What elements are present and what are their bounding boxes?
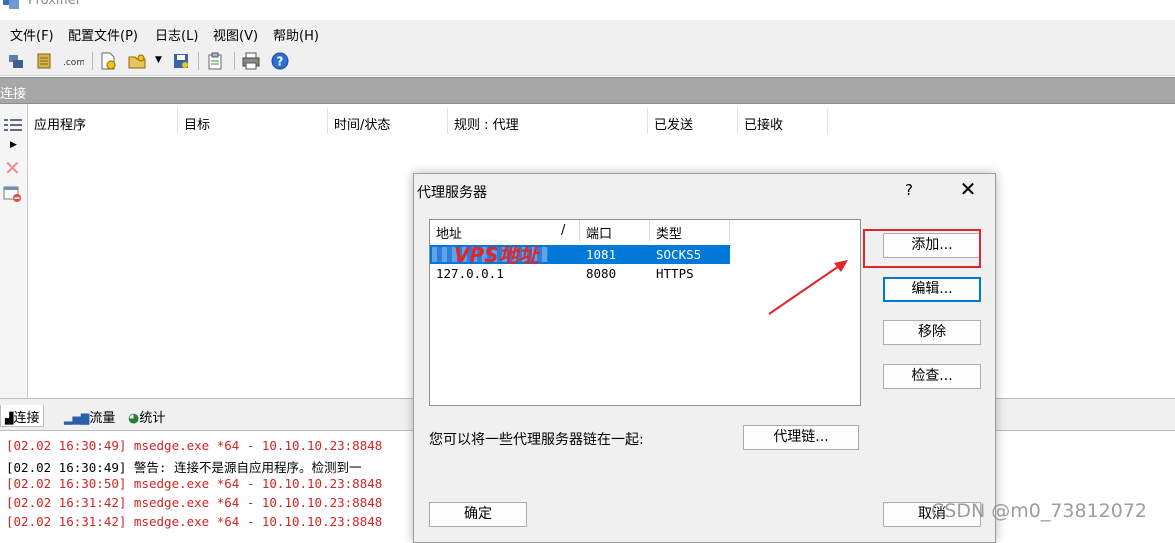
proxy-type: SOCKS5: [656, 247, 702, 262]
save-icon[interactable]: [172, 52, 190, 70]
log-line: [02.02 16:30:49] 警告: 连接不是源自应用程序。检测到一: [6, 460, 362, 475]
log-line: [02.02 16:30:50] msedge.exe *64 - 10.10.…: [6, 476, 383, 491]
toolbar: .com ▼ ?: [0, 46, 1175, 76]
check-button[interactable]: 检查...: [883, 364, 981, 389]
column-time-status[interactable]: 时间/状态: [328, 108, 448, 134]
tab-traffic[interactable]: ▂▅▇流量: [60, 405, 119, 427]
section-bar: 连接: [0, 77, 1175, 104]
column-rule-proxy[interactable]: 规则 : 代理: [448, 108, 648, 134]
menu-help[interactable]: 帮助(H): [273, 25, 319, 44]
profile-icon[interactable]: [35, 52, 53, 70]
proxy-address: 127.0.0.1: [436, 266, 504, 281]
proxy-servers-dialog: 代理服务器 ? ✕ 地址 / 端口 类型 1081 SOCKS5 127.0.0…: [413, 173, 996, 543]
proxy-port: 8080: [586, 266, 617, 281]
open-icon[interactable]: [128, 52, 146, 70]
help-icon[interactable]: ?: [271, 52, 289, 70]
menu-bar: 文件(F) 配置文件(P) 日志(L) 视图(V) 帮助(H): [0, 20, 1175, 46]
list-view-icon[interactable]: [3, 118, 23, 134]
statistics-pie-icon: ◕: [128, 411, 140, 426]
column-application[interactable]: 应用程序: [28, 108, 178, 134]
highlight-box: [863, 229, 981, 268]
column-target[interactable]: 目标: [178, 108, 328, 134]
proxy-chain-hint: 您可以将一些代理服务器链在一起:: [429, 432, 644, 448]
svg-text:?: ?: [277, 55, 284, 69]
network-icon[interactable]: [7, 52, 25, 70]
proxy-port: 1081: [586, 247, 617, 262]
svg-text:.com: .com: [63, 58, 84, 68]
annotation-arrow: [768, 260, 848, 315]
sort-indicator: /: [561, 223, 566, 238]
edit-button[interactable]: 编辑...: [883, 277, 981, 302]
app-icon: [3, 0, 19, 9]
tab-statistics-label: 统计: [139, 411, 166, 426]
new-icon[interactable]: [99, 52, 117, 70]
side-toolbar: ▶ ✕: [0, 104, 28, 398]
remove-rule-icon[interactable]: [3, 185, 23, 203]
section-label: 连接: [0, 87, 27, 102]
expand-arrow-icon[interactable]: ▶: [10, 140, 17, 150]
toolbar-separator: [92, 52, 93, 70]
menu-log[interactable]: 日志(L): [155, 25, 198, 44]
column-port[interactable]: 端口: [580, 220, 650, 242]
column-sent[interactable]: 已发送: [648, 108, 738, 134]
toolbar-separator: [234, 52, 235, 70]
title-bar: Proxifier: [0, 0, 1175, 20]
close-icon[interactable]: ✕: [954, 176, 982, 204]
tab-connections[interactable]: ▟连接: [0, 405, 45, 427]
tab-statistics[interactable]: ◕统计: [124, 405, 169, 427]
ok-button[interactable]: 确定: [429, 502, 527, 527]
menu-file[interactable]: 文件(F): [10, 25, 54, 44]
proxy-chain-button[interactable]: 代理链...: [743, 425, 859, 450]
column-type[interactable]: 类型: [650, 220, 730, 242]
dialog-title: 代理服务器: [417, 185, 487, 201]
print-icon[interactable]: [242, 52, 260, 70]
watermark: CSDN @m0_73812072: [931, 500, 1148, 522]
help-icon[interactable]: ?: [905, 181, 913, 199]
log-line: [02.02 16:31:42] msedge.exe *64 - 10.10.…: [6, 514, 383, 529]
column-received[interactable]: 已接收: [738, 108, 828, 134]
dns-icon[interactable]: .com: [62, 52, 84, 70]
window-title: Proxifier: [28, 0, 82, 8]
chevron-down-icon[interactable]: ▼: [155, 55, 162, 65]
menu-view[interactable]: 视图(V): [213, 25, 258, 44]
close-connection-icon[interactable]: ✕: [4, 156, 21, 180]
proxy-type: HTTPS: [656, 266, 694, 281]
menu-profile[interactable]: 配置文件(P): [68, 25, 138, 44]
traffic-chart-icon: ▂▅▇: [64, 412, 90, 425]
log-line: [02.02 16:30:49] msedge.exe *64 - 10.10.…: [6, 438, 383, 453]
tab-connections-label: 连接: [13, 411, 40, 426]
vps-address-annotation: VPS地址: [454, 243, 539, 267]
tab-traffic-label: 流量: [89, 411, 116, 426]
remove-button[interactable]: 移除: [883, 320, 981, 345]
log-line: [02.02 16:31:42] msedge.exe *64 - 10.10.…: [6, 495, 383, 510]
clipboard-icon[interactable]: [206, 52, 224, 70]
toolbar-separator: [198, 52, 199, 70]
connections-header: 应用程序 目标 时间/状态 规则 : 代理 已发送 已接收: [28, 108, 1175, 134]
